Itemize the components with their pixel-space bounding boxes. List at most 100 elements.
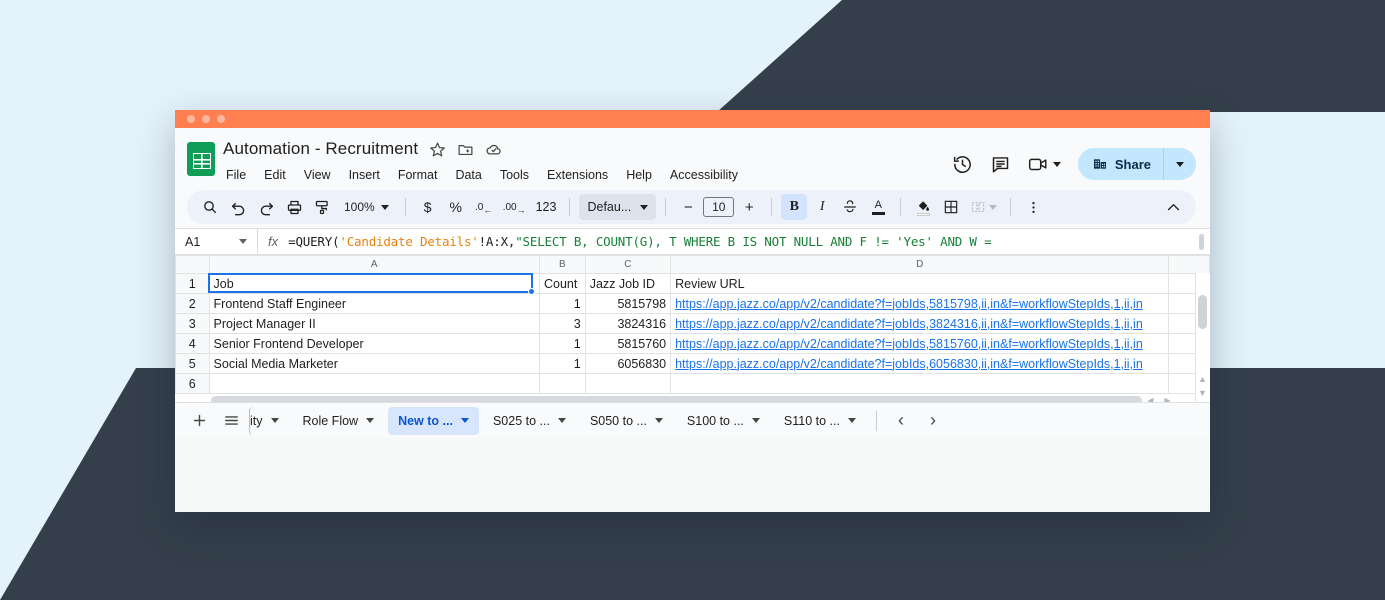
chevron-down-icon[interactable] [752,418,760,423]
formula-input[interactable]: =QUERY('Candidate Details'!A:X,"SELECT B… [288,234,1199,249]
sheet-tab-s100[interactable]: S100 to ... [677,407,770,435]
horizontal-scrollbar-thumb[interactable] [211,396,1142,403]
row-header-1[interactable]: 1 [176,274,210,294]
sheet-tab-role-flow[interactable]: Role Flow [293,407,385,435]
menu-help[interactable]: Help [623,166,655,184]
chevron-down-icon[interactable] [271,418,279,423]
italic-button[interactable]: I [809,194,835,220]
fill-color-icon[interactable] [910,194,936,220]
currency-format-button[interactable]: $ [415,194,441,220]
cell-c6[interactable] [585,374,670,394]
menu-view[interactable]: View [301,166,334,184]
cell-a1[interactable]: Job [209,274,539,294]
formula-bar-scrollbar[interactable] [1199,234,1204,250]
menu-accessibility[interactable]: Accessibility [667,166,741,184]
cell-b1[interactable]: Count [539,274,585,294]
row-header-2[interactable]: 2 [176,294,210,314]
cell-b5[interactable]: 1 [539,354,585,374]
undo-icon[interactable] [225,194,251,220]
corner-select-all[interactable] [176,256,210,274]
vertical-scrollbar-thumb[interactable] [1198,295,1207,329]
cell-a4[interactable]: Senior Frontend Developer [209,334,539,354]
menu-extensions[interactable]: Extensions [544,166,611,184]
vertical-scrollbar-track[interactable]: ▲ ▼ [1195,273,1210,402]
chevron-down-icon[interactable] [848,418,856,423]
function-icon[interactable]: fx [257,229,288,254]
cell-d1[interactable]: Review URL [671,274,1169,294]
print-icon[interactable] [281,194,307,220]
cell-c1[interactable]: Jazz Job ID [585,274,670,294]
window-close-button[interactable] [187,115,195,123]
add-sheet-icon[interactable] [185,407,213,435]
sheet-tab-ity[interactable]: ity [249,407,289,435]
row-header-4[interactable]: 4 [176,334,210,354]
previous-sheet-button[interactable]: ‹ [887,407,915,435]
column-header-c[interactable]: C [585,256,670,274]
page-title[interactable]: Automation - Recruitment [223,139,418,159]
share-button[interactable]: Share [1078,148,1164,180]
cell-d3[interactable]: https://app.jazz.co/app/v2/candidate?f=j… [671,314,1169,334]
cell-b4[interactable]: 1 [539,334,585,354]
review-url-link[interactable]: https://app.jazz.co/app/v2/candidate?f=j… [675,357,1143,371]
scroll-left-button-icon[interactable]: ◀ [1147,396,1153,403]
name-box[interactable]: A1 [185,235,257,249]
menu-data[interactable]: Data [452,166,484,184]
star-icon[interactable] [429,141,446,158]
cell-b6[interactable] [539,374,585,394]
window-maximize-button[interactable] [217,115,225,123]
row-header-5[interactable]: 5 [176,354,210,374]
increase-font-size-button[interactable]: + [736,194,762,220]
increase-decimal-button[interactable]: .00 → [499,194,530,220]
move-to-folder-icon[interactable] [457,141,474,158]
bold-button[interactable]: B [781,194,807,220]
cell-a6[interactable] [209,374,539,394]
column-header-e[interactable] [1169,256,1210,274]
sheet-tab-new-to[interactable]: New to ... [388,407,479,435]
menu-file[interactable]: File [223,166,249,184]
video-call-icon[interactable] [1028,154,1061,174]
cell-c2[interactable]: 5815798 [585,294,670,314]
chevron-down-icon[interactable] [461,418,469,423]
row-header-6[interactable]: 6 [176,374,210,394]
cell-d6[interactable] [671,374,1169,394]
sheet-tab-s050[interactable]: S050 to ... [580,407,673,435]
decrease-decimal-button[interactable]: .0 ← [471,194,497,220]
merge-cells-icon[interactable] [966,194,1001,220]
scroll-down-button-icon[interactable]: ▼ [1197,388,1208,399]
cell-a3[interactable]: Project Manager II [209,314,539,334]
font-size-input[interactable]: 10 [703,197,734,217]
more-formats-button[interactable]: 123 [532,194,561,220]
sheet-tab-s110[interactable]: S110 to ... [774,407,866,435]
all-sheets-icon[interactable] [217,407,245,435]
share-dropdown-button[interactable] [1164,148,1196,180]
column-header-b[interactable]: B [539,256,585,274]
menu-edit[interactable]: Edit [261,166,289,184]
cell-d5[interactable]: https://app.jazz.co/app/v2/candidate?f=j… [671,354,1169,374]
text-color-button[interactable]: A [865,194,891,220]
window-minimize-button[interactable] [202,115,210,123]
chevron-down-icon[interactable] [366,418,374,423]
percent-format-button[interactable]: % [443,194,469,220]
paint-format-icon[interactable] [309,194,335,220]
sheet-tab-s025[interactable]: S025 to ... [483,407,576,435]
scroll-right-button-icon[interactable]: ▶ [1164,396,1170,403]
borders-icon[interactable] [938,194,964,220]
cell-b3[interactable]: 3 [539,314,585,334]
version-history-icon[interactable] [952,154,973,175]
review-url-link[interactable]: https://app.jazz.co/app/v2/candidate?f=j… [675,317,1143,331]
cell-c5[interactable]: 6056830 [585,354,670,374]
cell-c4[interactable]: 5815760 [585,334,670,354]
strikethrough-button[interactable] [837,194,863,220]
column-header-a[interactable]: A [209,256,539,274]
chevron-down-icon[interactable] [655,418,663,423]
menu-insert[interactable]: Insert [346,166,383,184]
column-header-d[interactable]: D [671,256,1169,274]
scroll-up-button-icon[interactable]: ▲ [1197,374,1208,385]
search-icon[interactable] [197,194,223,220]
cell-d4[interactable]: https://app.jazz.co/app/v2/candidate?f=j… [671,334,1169,354]
decrease-font-size-button[interactable]: − [675,194,701,220]
comment-icon[interactable] [990,154,1011,175]
menu-tools[interactable]: Tools [497,166,532,184]
cloud-saved-icon[interactable] [485,140,503,158]
cell-c3[interactable]: 3824316 [585,314,670,334]
